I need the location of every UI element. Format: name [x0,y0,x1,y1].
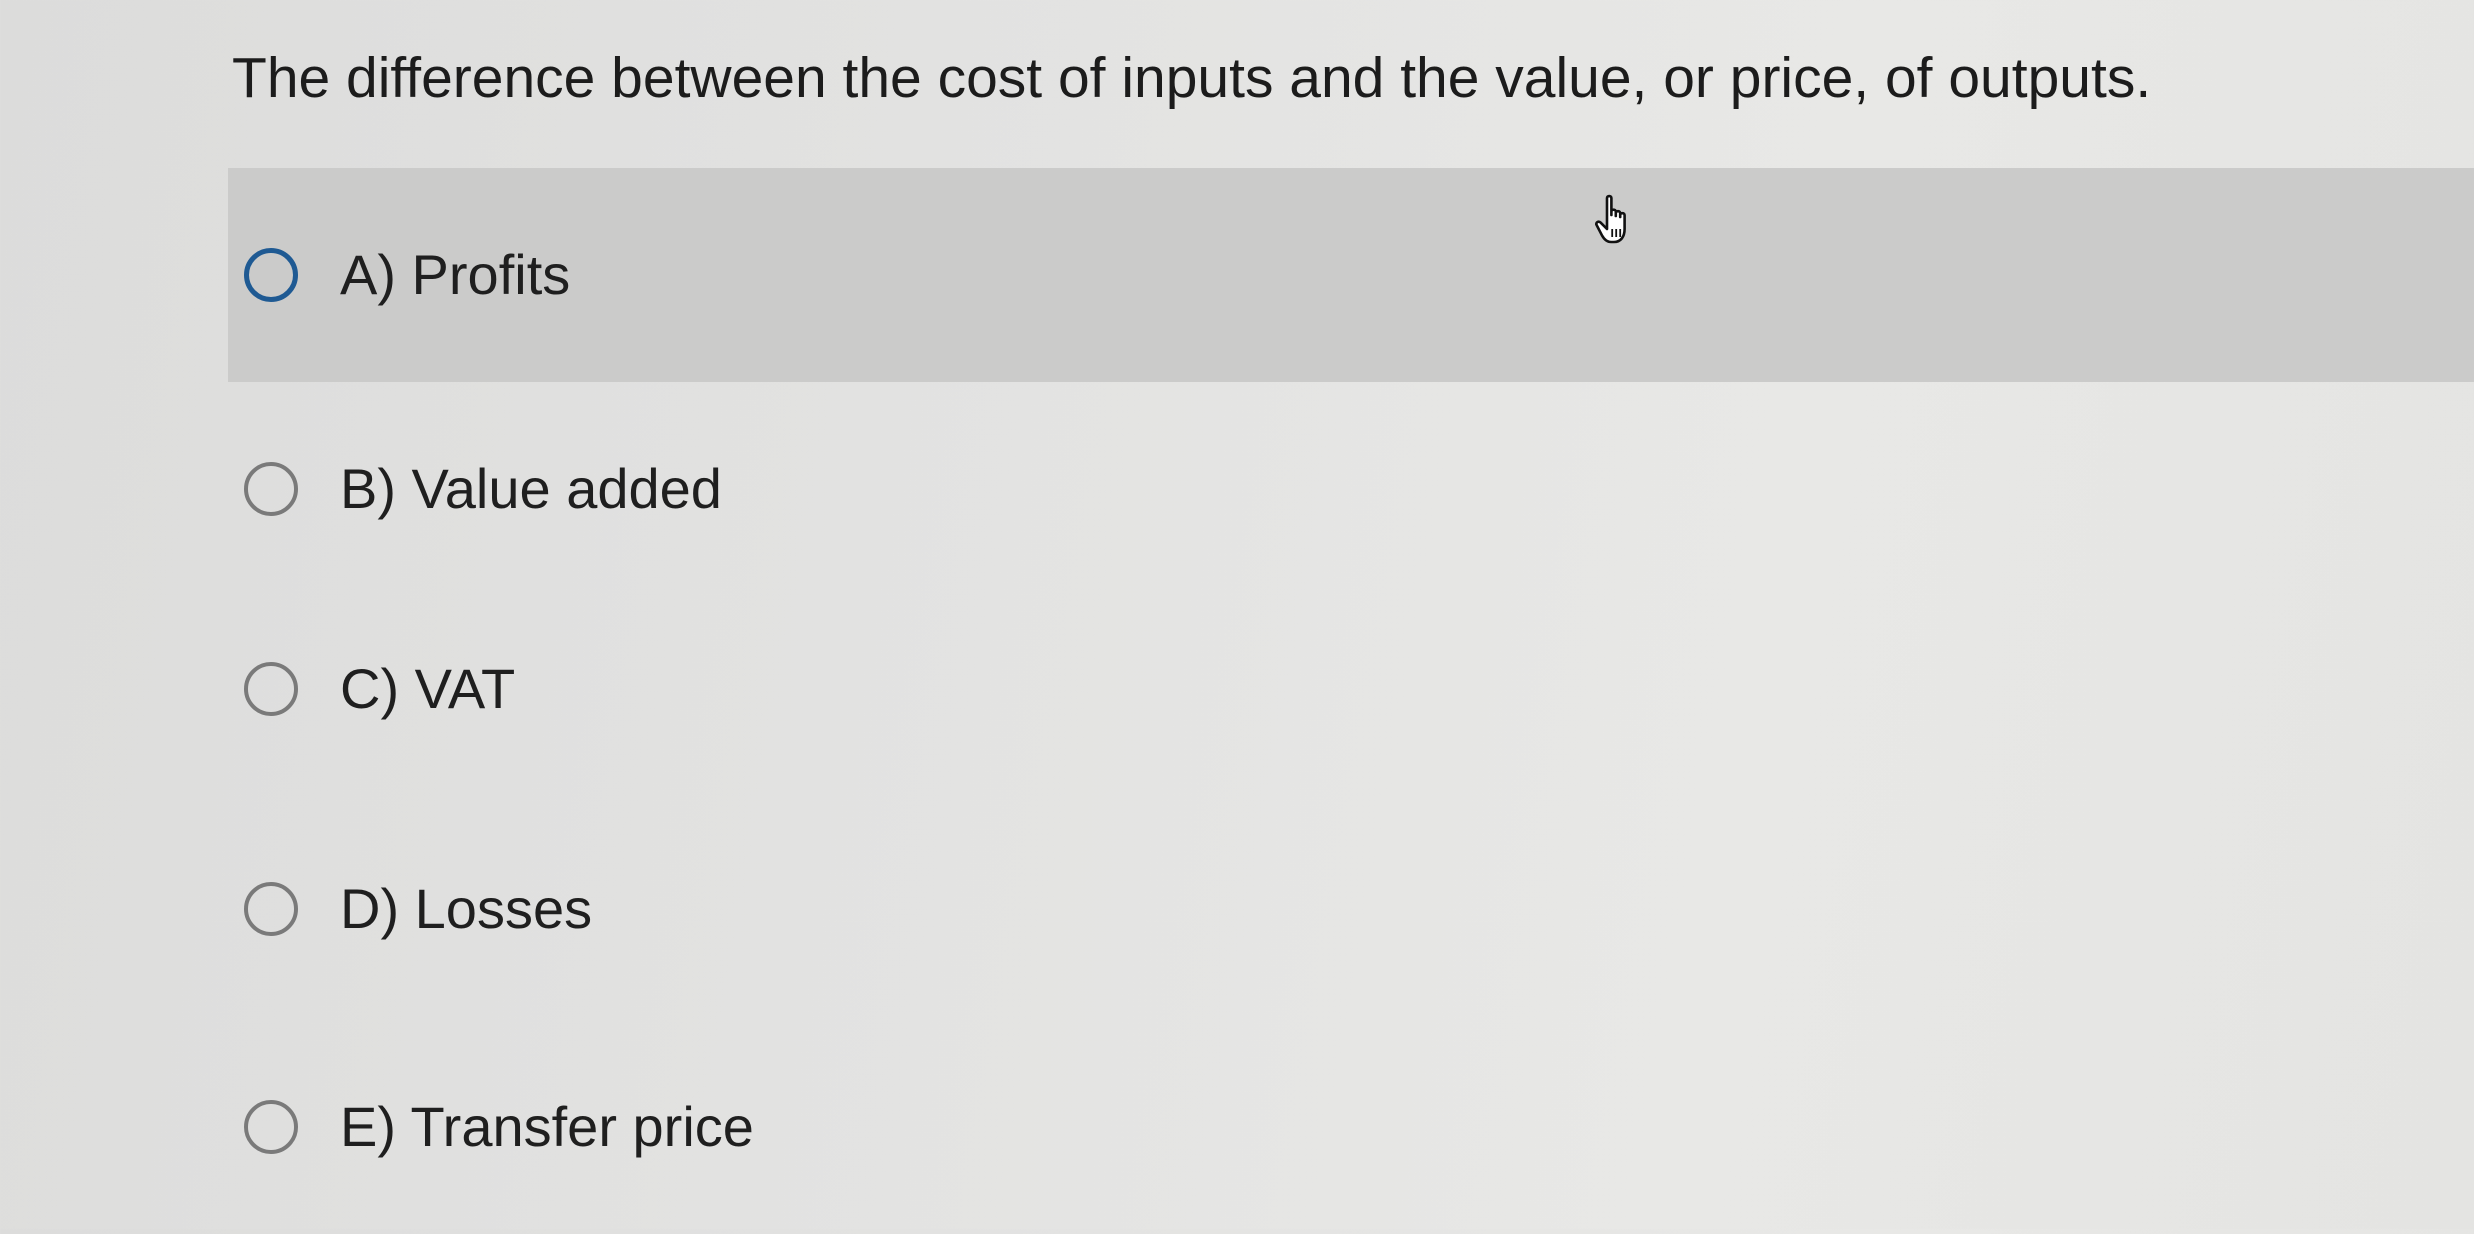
option-d[interactable]: D) Losses [228,802,2474,1016]
option-c-label: C) VAT [340,657,516,720]
radio-button-a[interactable] [244,248,298,302]
hand-pointer-icon [1594,194,1626,244]
radio-button-d[interactable] [244,882,298,936]
radio-button-e[interactable] [244,1100,298,1154]
radio-button-b[interactable] [244,462,298,516]
answer-options: A) Profits B) Value added C) VAT D) Loss… [0,0,2474,1229]
option-a[interactable]: A) Profits [228,168,2474,382]
option-c[interactable]: C) VAT [228,582,2474,796]
option-e-label: E) Transfer price [340,1095,754,1158]
option-b[interactable]: B) Value added [228,382,2474,596]
option-e[interactable]: E) Transfer price [228,1020,2474,1234]
option-b-label: B) Value added [340,457,722,520]
option-d-label: D) Losses [340,877,593,940]
option-a-label: A) Profits [340,243,571,306]
radio-button-c[interactable] [244,662,298,716]
